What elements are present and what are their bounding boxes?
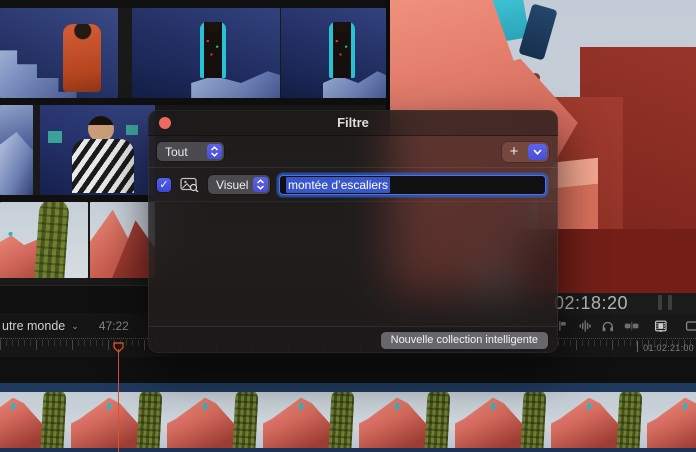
timecode-bar: 02:18:20	[548, 293, 696, 314]
criterion-type-value: Visuel	[216, 178, 248, 192]
clip-appearance-filmstrip-icon[interactable]	[654, 318, 668, 334]
filter-dialog-titlebar[interactable]: Filtre	[148, 110, 558, 136]
criterion-checkbox[interactable]: ✓	[157, 178, 171, 192]
filter-dialog-content	[148, 202, 558, 326]
timeline-clip-thumbnail	[167, 392, 264, 448]
timeline-clip-bottom-edge	[0, 448, 696, 452]
project-chevron-down-icon[interactable]: ⌄	[71, 321, 79, 332]
timeline-background	[0, 357, 696, 383]
criterion-type-popup[interactable]: Visuel	[208, 175, 270, 194]
playhead-line	[118, 349, 119, 452]
timeline-clip-thumbnail	[0, 392, 72, 448]
ruler-timecode-label: 01:02:21:00	[643, 343, 694, 353]
pause-icon	[658, 295, 672, 310]
timeline-clip-thumbnail	[263, 392, 360, 448]
dialog-title: Filtre	[337, 115, 369, 130]
timeline-toolbar	[548, 314, 696, 338]
image-search-icon	[180, 177, 199, 192]
browser-clip-vest-2[interactable]	[281, 8, 386, 98]
timeline-clip-thumbnail	[551, 392, 648, 448]
timeline-clip-thumbnail	[455, 392, 552, 448]
up-down-chevrons-icon	[253, 177, 268, 192]
add-rule-group: +	[502, 142, 549, 162]
browser-clip-blue-geometry[interactable]	[0, 105, 33, 195]
add-rule-button[interactable]: +	[502, 143, 526, 161]
timeline-clip-thumbnail	[647, 392, 696, 448]
timeline-clip-filmstrip	[0, 392, 696, 448]
audio-skimming-icon[interactable]	[578, 318, 592, 334]
snapping-icon[interactable]	[624, 318, 639, 334]
project-duration: 47:22	[99, 319, 129, 333]
browser-clip-cactus[interactable]	[0, 202, 88, 278]
chevron-down-icon	[533, 149, 542, 155]
filter-scope-toolbar: Tout +	[148, 136, 558, 168]
project-name[interactable]: utre monde	[2, 319, 65, 333]
timeline-clip-thumbnail	[359, 392, 456, 448]
browser-clip-orange-shirt[interactable]	[0, 8, 118, 98]
playhead[interactable]	[113, 340, 124, 452]
solo-headphones-icon[interactable]	[601, 318, 615, 334]
scope-popup[interactable]: Tout	[157, 142, 224, 161]
browser-row-gap	[0, 98, 386, 105]
timeline-clip[interactable]	[0, 383, 696, 452]
scope-popup-value: Tout	[165, 145, 188, 159]
filter-dialog: Filtre Tout + ✓	[148, 110, 558, 353]
browser-clip-vest-1[interactable]	[132, 8, 280, 98]
browser-top-strip	[0, 0, 386, 8]
index-icon[interactable]	[685, 318, 696, 334]
up-down-chevrons-icon	[207, 144, 222, 159]
add-rule-chevron-button[interactable]	[528, 144, 547, 160]
ruler-label-tick	[637, 341, 638, 352]
new-smart-collection-button[interactable]: Nouvelle collection intelligente	[381, 332, 548, 349]
current-timecode: 02:18:20	[554, 293, 628, 314]
criterion-search-input[interactable]: montée d’escaliers	[279, 175, 546, 195]
criterion-search-selected-text: montée d’escaliers	[286, 177, 390, 193]
browser-clip-red-pyramids[interactable]	[90, 202, 155, 278]
browser-clip-striped-shirt[interactable]	[40, 105, 155, 195]
final-cut-pro-window: 02:18:20	[0, 0, 696, 452]
filter-dialog-footer: Nouvelle collection intelligente	[148, 326, 558, 353]
close-icon[interactable]	[159, 117, 171, 129]
filter-criterion-row: ✓ Visuel montée d’escaliers	[148, 168, 558, 202]
